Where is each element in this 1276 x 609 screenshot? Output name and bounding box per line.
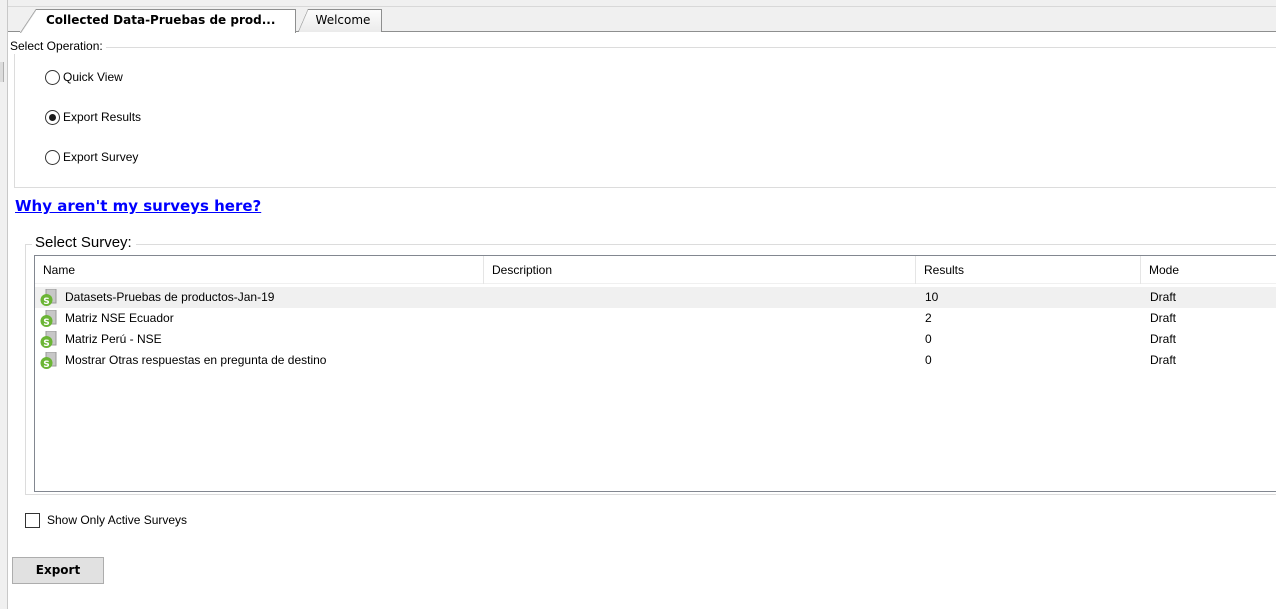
select-operation-legend: Select Operation: [8,38,106,54]
quick-view-option[interactable]: Quick View [45,68,123,86]
svg-text:S: S [43,339,49,349]
panel-splitter-handle[interactable] [0,62,4,82]
quick-view-radio[interactable] [45,69,60,85]
export-button[interactable]: Export [12,557,104,584]
survey-icon: S [40,288,57,307]
quick-view-label: Quick View [63,70,123,84]
export-results-radio[interactable] [45,109,60,125]
document-tab-bar: Collected Data-Pruebas de prod... Welcom… [8,7,1276,33]
export-survey-label: Export Survey [63,150,139,164]
show-only-active-option[interactable]: Show Only Active Surveys [25,512,187,528]
survey-name: Mostrar Otras respuestas en pregunta de … [65,353,327,367]
survey-name: Matriz NSE Ecuador [65,311,174,325]
table-row[interactable]: S Mostrar Otras respuestas en pregunta d… [35,350,1276,371]
survey-list-header: Name Description Results Mode [35,256,1276,284]
survey-icon: S [40,351,57,370]
survey-name: Matriz Perú - NSE [65,332,162,346]
select-operation-group [14,47,1276,188]
export-results-option[interactable]: Export Results [45,108,141,126]
survey-mode: Draft [1150,290,1177,304]
survey-mode: Draft [1150,353,1177,367]
svg-text:S: S [43,360,49,370]
survey-results: 0 [925,353,932,367]
survey-mode: Draft [1150,332,1177,346]
export-results-label: Export Results [63,110,142,124]
survey-name: Datasets-Pruebas de productos-Jan-19 [65,290,275,304]
table-row[interactable]: S Matriz Perú - NSE 0 Draft [35,329,1276,350]
tab-collected-data[interactable]: Collected Data-Pruebas de prod... [20,9,296,33]
svg-text:S: S [43,297,49,307]
table-row[interactable]: S Datasets-Pruebas de productos-Jan-19 1… [35,287,1276,308]
survey-mode: Draft [1150,311,1177,325]
left-edge-panel [0,0,8,609]
show-only-active-checkbox[interactable] [25,512,40,528]
survey-results: 2 [925,311,932,325]
show-only-active-label: Show Only Active Surveys [47,513,188,527]
survey-icon: S [40,309,57,328]
column-header-description[interactable]: Description [484,256,916,284]
table-row[interactable]: S Matriz NSE Ecuador 2 Draft [35,308,1276,329]
survey-list[interactable]: Name Description Results Mode S Datasets… [34,255,1276,492]
column-header-mode[interactable]: Mode [1141,256,1276,284]
export-survey-option[interactable]: Export Survey [45,148,138,166]
tab-welcome[interactable]: Welcome [298,9,382,32]
survey-results: 0 [925,332,932,346]
column-header-name[interactable]: Name [35,256,484,284]
select-survey-legend: Select Survey: [32,234,136,252]
survey-icon: S [40,330,57,349]
surveys-help-link[interactable]: Why aren't my surveys here? [15,197,261,215]
svg-text:S: S [43,318,49,328]
top-border [8,0,1276,7]
export-survey-radio[interactable] [45,149,60,165]
survey-results: 10 [925,290,939,304]
column-header-results[interactable]: Results [916,256,1141,284]
